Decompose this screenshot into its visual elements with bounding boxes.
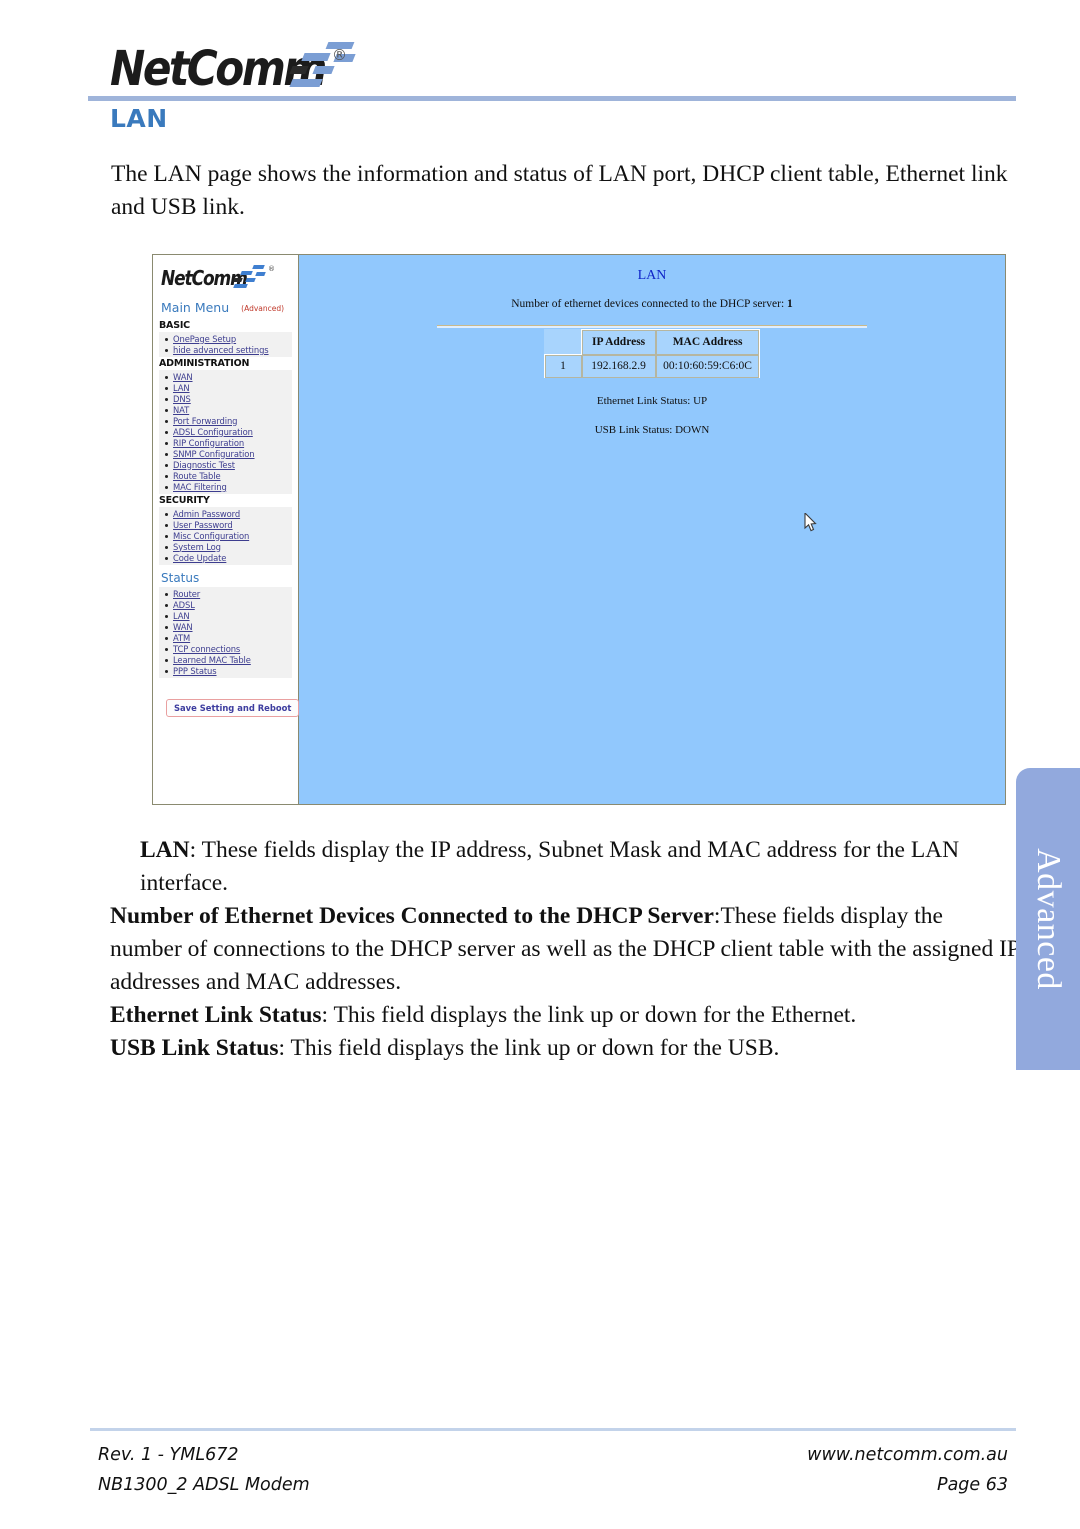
sidebar-item-diagnostic-test[interactable]: Diagnostic Test (165, 459, 292, 470)
menu-heading-security: SECURITY (159, 495, 210, 506)
netcomm-logo: NetComm ® (110, 36, 363, 97)
save-setting-and-reboot-button[interactable]: Save Setting and Reboot (166, 699, 300, 717)
sidebar-item-status-lan[interactable]: LAN (165, 610, 292, 621)
description-term-dhcp: Number of Ethernet Devices Connected to … (110, 903, 714, 929)
logo-dash-decoration-icon (277, 42, 363, 90)
save-reboot-container: Save Setting and Reboot (166, 698, 300, 717)
router-sidebar: NetComm ® Main Menu (Advanced) BASIC One… (153, 255, 300, 804)
field-descriptions: LAN: These fields display the IP address… (110, 834, 1020, 1065)
table-cell-index: 1 (544, 354, 582, 378)
sidebar-item-status-ppp-status[interactable]: PPP Status (165, 665, 292, 676)
registered-trademark-icon: ® (332, 46, 347, 64)
description-term-usb: USB Link Status (110, 1035, 279, 1061)
menu-group-administration: WAN LAN DNS NAT Port Forwarding ADSL Con… (159, 370, 292, 494)
router-registered-trademark-icon: ® (268, 265, 275, 273)
sidebar-item-nat[interactable]: NAT (165, 404, 292, 415)
sidebar-item-mac-filtering[interactable]: MAC Filtering (165, 481, 292, 492)
header-divider (88, 96, 1016, 101)
footer-revision: Rev. 1 - YML672 (98, 1445, 239, 1465)
description-term-ethernet: Ethernet Link Status (110, 1002, 322, 1028)
router-content-pane: LAN Number of ethernet devices connected… (299, 255, 1005, 804)
usb-link-status: USB Link Status: DOWN (594, 424, 710, 436)
router-ui-screenshot: NetComm ® Main Menu (Advanced) BASIC One… (152, 254, 1006, 805)
sidebar-item-status-wan[interactable]: WAN (165, 621, 292, 632)
menu-group-status: Router ADSL LAN WAN ATM TCP connections … (159, 587, 292, 678)
sidebar-item-route-table[interactable]: Route Table (165, 470, 292, 481)
dhcp-client-table: IP Address MAC Address 1 192.168.2.9 00:… (544, 329, 760, 378)
sidebar-item-system-log[interactable]: System Log (165, 541, 292, 552)
sidebar-item-code-update[interactable]: Code Update (165, 552, 292, 563)
router-logo-dash-icon (252, 265, 265, 269)
sidebar-item-status-atm[interactable]: ATM (165, 632, 292, 643)
menu-heading-basic: BASIC (159, 320, 190, 331)
table-header-index (545, 330, 582, 355)
sidebar-item-status-router[interactable]: Router (165, 588, 292, 599)
sidebar-item-snmp-configuration[interactable]: SNMP Configuration (165, 448, 292, 459)
page-title: LAN (110, 104, 168, 133)
dhcp-device-count-value: 1 (787, 298, 793, 310)
section-tab-label: Advanced (1030, 848, 1067, 990)
router-page-title: LAN (637, 268, 667, 283)
main-menu-label: Main Menu (161, 300, 230, 315)
sidebar-item-status-learned-mac-table[interactable]: Learned MAC Table (165, 654, 292, 665)
table-header-row: IP Address MAC Address (545, 329, 760, 355)
description-dhcp: Number of Ethernet Devices Connected to … (110, 900, 1020, 999)
sidebar-item-status-tcp-connections[interactable]: TCP connections (165, 643, 292, 654)
menu-group-security: Admin Password User Password Misc Config… (159, 507, 292, 565)
table-cell-ip-address: 192.168.2.9 (580, 354, 657, 378)
sidebar-item-adsl-configuration[interactable]: ADSL Configuration (165, 426, 292, 437)
table-row: 1 192.168.2.9 00:10:60:59:C6:0C (544, 354, 760, 378)
dhcp-device-count-label: Number of ethernet devices connected to … (511, 298, 788, 310)
table-header-mac-address: MAC Address (655, 329, 760, 355)
main-menu-header: Main Menu (Advanced) (161, 299, 298, 317)
page-footer: Rev. 1 - YML672 www.netcomm.com.au NB130… (98, 1440, 1008, 1500)
menu-heading-status: Status (161, 571, 200, 585)
footer-page-number: Page 63 (937, 1475, 1008, 1495)
footer-product: NB1300_2 ADSL Modem (98, 1475, 310, 1495)
description-text-ethernet: : This field displays the link up or dow… (321, 1002, 857, 1028)
sidebar-item-wan[interactable]: WAN (165, 371, 292, 382)
sidebar-item-hide-advanced-settings[interactable]: hide advanced settings (165, 344, 292, 355)
description-ethernet: Ethernet Link Status: This field display… (110, 999, 1020, 1032)
description-text-lan: : These fields display the IP address, S… (140, 837, 960, 896)
sidebar-item-dns[interactable]: DNS (165, 393, 292, 404)
dhcp-device-count-line: Number of ethernet devices connected to … (299, 298, 1005, 310)
footer-website: www.netcomm.com.au (807, 1445, 1008, 1465)
footer-divider (90, 1428, 1016, 1431)
sidebar-item-admin-password[interactable]: Admin Password (165, 508, 292, 519)
menu-group-basic: OnePage Setup hide advanced settings (159, 332, 292, 357)
table-cell-mac-address: 00:10:60:59:C6:0C (655, 354, 760, 378)
router-sidebar-logo: NetComm ® (161, 263, 298, 297)
description-text-usb: : This field displays the link up or dow… (278, 1035, 780, 1061)
sidebar-item-port-forwarding[interactable]: Port Forwarding (165, 415, 292, 426)
table-top-divider (437, 325, 867, 328)
footer-row-top: Rev. 1 - YML672 www.netcomm.com.au (98, 1440, 1008, 1470)
description-usb: USB Link Status: This field displays the… (110, 1032, 1020, 1065)
sidebar-item-onepage-setup[interactable]: OnePage Setup (165, 333, 292, 344)
sidebar-item-misc-configuration[interactable]: Misc Configuration (165, 530, 292, 541)
sidebar-item-lan[interactable]: LAN (165, 382, 292, 393)
menu-heading-administration: ADMINISTRATION (159, 358, 250, 369)
ethernet-link-status: Ethernet Link Status: UP (596, 395, 708, 407)
intro-paragraph: The LAN page shows the information and s… (111, 161, 1008, 220)
advanced-mode-label: (Advanced) (241, 304, 285, 313)
section-tab-advanced: Advanced (1016, 768, 1080, 1070)
table-header-ip-address: IP Address (580, 329, 657, 355)
description-lan: LAN: These fields display the IP address… (140, 834, 1020, 900)
sidebar-item-user-password[interactable]: User Password (165, 519, 292, 530)
page-header: NetComm ® (0, 0, 1080, 105)
description-term-lan: LAN (140, 837, 190, 863)
footer-row-bottom: NB1300_2 ADSL Modem Page 63 (98, 1470, 1008, 1500)
mouse-pointer-icon (804, 513, 817, 532)
sidebar-item-status-adsl[interactable]: ADSL (165, 599, 292, 610)
sidebar-item-rip-configuration[interactable]: RIP Configuration (165, 437, 292, 448)
